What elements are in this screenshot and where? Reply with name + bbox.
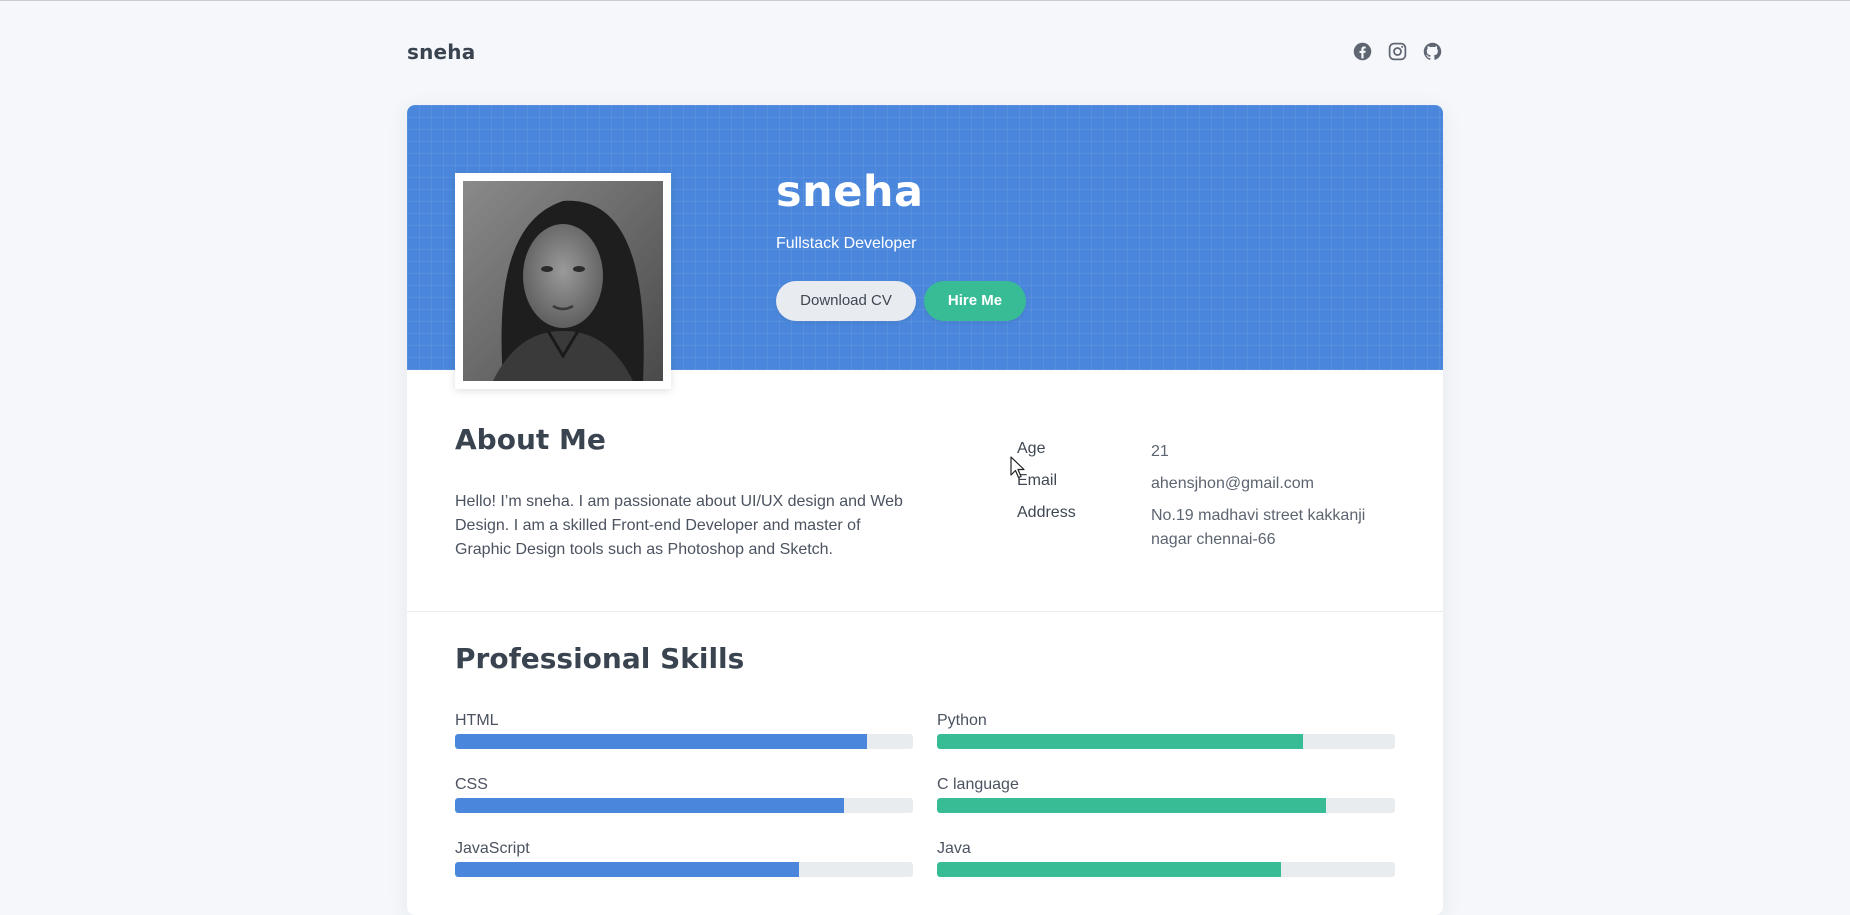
facebook-icon[interactable]: [1352, 41, 1373, 62]
skill-fill: [937, 862, 1281, 877]
info-value: No.19 madhavi street kakkanji nagar chen…: [1151, 507, 1366, 548]
skill-label: Python: [937, 712, 987, 729]
info-value[interactable]: ahensjhon@gmail.com: [1151, 472, 1391, 496]
site-header: sneha: [407, 38, 1443, 68]
skill-track: [937, 734, 1395, 749]
hire-me-button[interactable]: Hire Me: [924, 281, 1026, 321]
skill-track: [937, 798, 1395, 813]
skill-fill: [455, 862, 799, 877]
profile-photo: [463, 181, 663, 381]
skill-fill: [455, 734, 868, 749]
skill-fill: [937, 734, 1304, 749]
info-row-address: Address No.19 madhavi street kakkanji na…: [1017, 504, 1417, 548]
skill-track: [937, 862, 1395, 877]
skill-label: JavaScript: [455, 840, 530, 857]
skill-javascript: JavaScript: [455, 840, 913, 890]
info-row-email: Email ahensjhon@gmail.com: [1017, 472, 1417, 504]
skill-label: HTML: [455, 712, 499, 729]
about-title: About Me: [455, 423, 606, 456]
instagram-icon[interactable]: [1387, 41, 1408, 62]
mouse-cursor-icon: [1010, 456, 1025, 479]
info-row-age: Age 21: [1017, 440, 1417, 472]
skill-html: HTML: [455, 712, 913, 762]
about-text: Hello! I’m sneha. I am passionate about …: [455, 493, 903, 558]
brand-name[interactable]: sneha: [407, 40, 475, 64]
skill-css: CSS: [455, 776, 913, 826]
section-divider: [407, 611, 1443, 612]
skills-title: Professional Skills: [455, 642, 745, 675]
social-links: [1352, 41, 1443, 62]
info-label: Age: [1017, 440, 1046, 457]
download-cv-button[interactable]: Download CV: [776, 281, 916, 321]
skill-track: [455, 862, 913, 877]
skill-fill: [937, 798, 1327, 813]
profile-card: sneha Fullstack Developer Download CV Hi…: [407, 105, 1443, 915]
skill-track: [455, 798, 913, 813]
skill-fill: [455, 798, 845, 813]
github-icon[interactable]: [1422, 41, 1443, 62]
skill-java: Java: [937, 840, 1395, 890]
personal-info: Age 21 Email ahensjhon@gmail.com Address…: [1017, 440, 1417, 548]
skill-track: [455, 734, 913, 749]
info-label: Address: [1017, 504, 1076, 521]
skill-python: Python: [937, 712, 1395, 762]
profile-photo-frame: [455, 173, 671, 389]
skill-c-language: C language: [937, 776, 1395, 826]
top-border: [0, 0, 1850, 1]
profile-role: Fullstack Developer: [776, 235, 917, 252]
profile-name: sneha: [776, 167, 924, 217]
skill-label: C language: [937, 776, 1019, 793]
info-label: Email: [1017, 472, 1058, 489]
skill-label: CSS: [455, 776, 488, 793]
info-value: 21: [1151, 443, 1169, 460]
skill-label: Java: [937, 840, 971, 857]
